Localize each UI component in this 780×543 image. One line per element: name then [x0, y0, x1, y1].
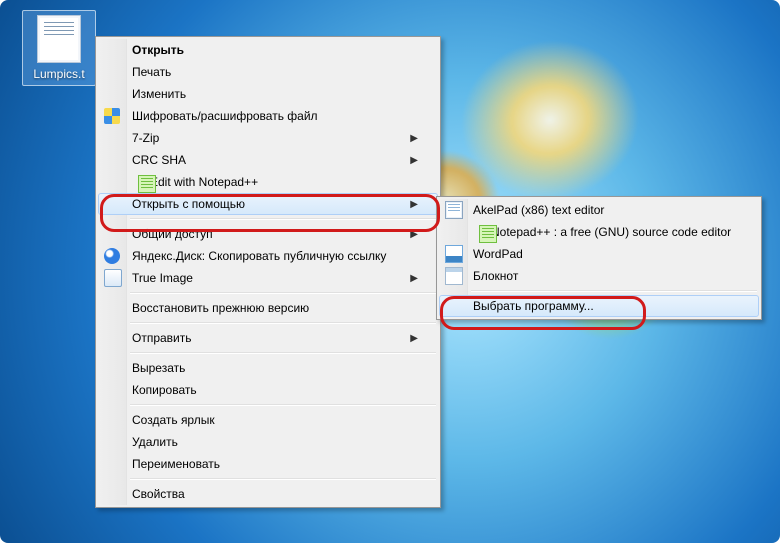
menu-separator — [130, 218, 436, 220]
context-menu: Открыть Печать Изменить Шифровать/расшиф… — [95, 36, 441, 508]
desktop[interactable]: Lumpics.t Открыть Печать Изменить Шифров… — [0, 0, 780, 543]
menu-item-label: Отправить — [132, 331, 410, 345]
menu-item-label: 7-Zip — [132, 131, 410, 145]
menu-item-open[interactable]: Открыть — [98, 39, 438, 61]
notepad-icon — [445, 267, 463, 285]
menu-item-label: Блокнот — [473, 269, 739, 283]
text-file-icon — [37, 15, 81, 63]
menu-item-label: Вырезать — [132, 361, 418, 375]
menu-item-label: Выбрать программу... — [473, 299, 739, 313]
yandex-disk-icon — [104, 248, 120, 264]
menu-item-edit-notepadpp[interactable]: Edit with Notepad++ — [98, 171, 438, 193]
submenu-item-choose-program[interactable]: Выбрать программу... — [439, 295, 759, 317]
submenu-arrow-icon: ▶ — [410, 333, 418, 344]
menu-separator — [130, 292, 436, 294]
menu-item-copy[interactable]: Копировать — [98, 379, 438, 401]
menu-item-label: Печать — [132, 65, 418, 79]
menu-item-label: Копировать — [132, 383, 418, 397]
menu-item-send-to[interactable]: Отправить▶ — [98, 327, 438, 349]
menu-item-label: Восстановить прежнюю версию — [132, 301, 418, 315]
submenu-item-wordpad[interactable]: WordPad — [439, 243, 759, 265]
menu-separator — [130, 322, 436, 324]
menu-separator — [471, 290, 757, 292]
menu-item-true-image[interactable]: True Image▶ — [98, 267, 438, 289]
submenu-arrow-icon: ▶ — [410, 155, 418, 166]
menu-item-label: Шифровать/расшифровать файл — [132, 109, 418, 123]
menu-item-label: Создать ярлык — [132, 413, 418, 427]
menu-item-label: Notepad++ : a free (GNU) source code edi… — [491, 225, 739, 239]
menu-item-crc-sha[interactable]: CRC SHA▶ — [98, 149, 438, 171]
submenu-arrow-icon: ▶ — [410, 273, 418, 284]
shield-icon — [104, 108, 120, 124]
menu-item-yandex-disk[interactable]: Яндекс.Диск: Скопировать публичную ссылк… — [98, 245, 438, 267]
submenu-arrow-icon: ▶ — [410, 229, 418, 240]
wordpad-icon — [445, 245, 463, 263]
menu-item-encrypt[interactable]: Шифровать/расшифровать файл — [98, 105, 438, 127]
menu-item-properties[interactable]: Свойства — [98, 483, 438, 505]
menu-item-edit[interactable]: Изменить — [98, 83, 438, 105]
menu-item-label: Открыть — [132, 43, 418, 57]
text-editor-icon — [445, 201, 463, 219]
desktop-file-icon[interactable]: Lumpics.t — [22, 10, 96, 86]
menu-item-cut[interactable]: Вырезать — [98, 357, 438, 379]
notepadpp-icon — [479, 225, 497, 243]
desktop-file-label: Lumpics.t — [25, 67, 93, 81]
true-image-icon — [104, 269, 122, 287]
menu-item-label: AkelPad (x86) text editor — [473, 203, 739, 217]
menu-item-label: Изменить — [132, 87, 418, 101]
menu-item-label: Свойства — [132, 487, 418, 501]
menu-item-label: Открыть с помощью — [132, 197, 410, 211]
submenu-arrow-icon: ▶ — [410, 133, 418, 144]
menu-item-rename[interactable]: Переименовать — [98, 453, 438, 475]
menu-item-label: Удалить — [132, 435, 418, 449]
menu-item-print[interactable]: Печать — [98, 61, 438, 83]
menu-item-label: Яндекс.Диск: Скопировать публичную ссылк… — [132, 249, 418, 263]
menu-item-label: WordPad — [473, 247, 739, 261]
menu-separator — [130, 478, 436, 480]
menu-item-label: Общий доступ — [132, 227, 410, 241]
menu-item-restore-version[interactable]: Восстановить прежнюю версию — [98, 297, 438, 319]
menu-item-delete[interactable]: Удалить — [98, 431, 438, 453]
menu-item-label: Edit with Notepad++ — [150, 175, 418, 189]
submenu-arrow-icon: ▶ — [410, 199, 418, 210]
submenu-item-notepadpp[interactable]: Notepad++ : a free (GNU) source code edi… — [439, 221, 759, 243]
menu-item-label: Переименовать — [132, 457, 418, 471]
menu-item-7zip[interactable]: 7-Zip▶ — [98, 127, 438, 149]
submenu-item-notepad[interactable]: Блокнот — [439, 265, 759, 287]
menu-item-open-with[interactable]: Открыть с помощью▶ — [98, 193, 438, 215]
menu-item-share[interactable]: Общий доступ▶ — [98, 223, 438, 245]
open-with-submenu: AkelPad (x86) text editor Notepad++ : a … — [436, 196, 762, 320]
menu-separator — [130, 352, 436, 354]
menu-separator — [130, 404, 436, 406]
submenu-item-akelpad[interactable]: AkelPad (x86) text editor — [439, 199, 759, 221]
menu-item-label: True Image — [132, 271, 410, 285]
notepadpp-icon — [138, 175, 156, 193]
menu-item-label: CRC SHA — [132, 153, 410, 167]
menu-item-create-shortcut[interactable]: Создать ярлык — [98, 409, 438, 431]
